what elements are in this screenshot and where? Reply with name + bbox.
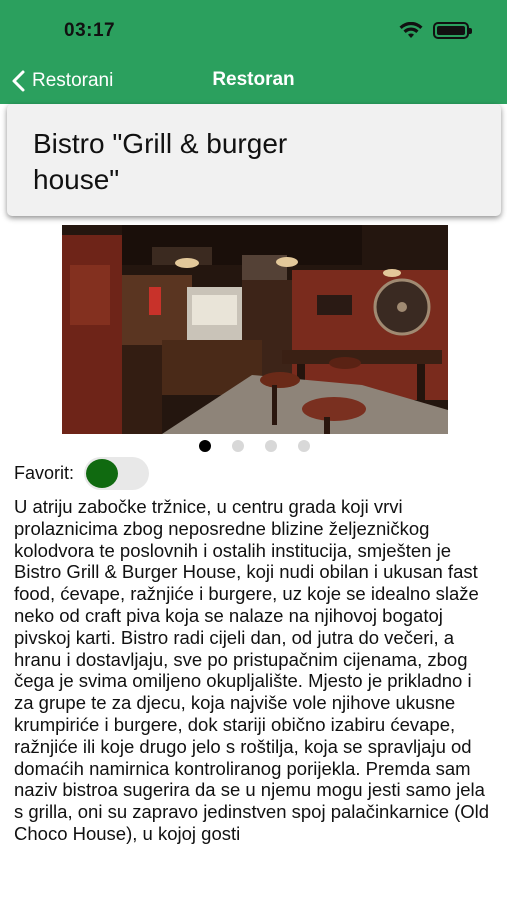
restaurant-description: U atriju zabočke tržnice, u centru grada… xyxy=(14,496,490,844)
wifi-icon xyxy=(399,22,423,38)
restaurant-title-card: Bistro "Grill & burger house" xyxy=(7,104,501,216)
restaurant-interior-image xyxy=(62,225,448,434)
gallery-page-indicator[interactable] xyxy=(199,440,310,452)
favorite-label: Favorit: xyxy=(14,463,75,483)
gallery-dot-3[interactable] xyxy=(265,440,277,452)
toggle-knob xyxy=(86,459,119,488)
gallery-dot-1[interactable] xyxy=(199,440,211,452)
battery-icon xyxy=(433,22,472,39)
status-time: 03:17 xyxy=(64,20,116,41)
restaurant-photo[interactable] xyxy=(62,225,448,434)
restaurant-name: Bistro "Grill & burger house" xyxy=(33,128,288,195)
favorite-toggle[interactable] xyxy=(84,457,150,490)
favorite-row: Favorit: xyxy=(14,457,150,490)
app-header: 03:17 Restorani Restoran xyxy=(0,0,507,104)
gallery-dot-4[interactable] xyxy=(298,440,310,452)
gallery-dot-2[interactable] xyxy=(232,440,244,452)
status-icons xyxy=(399,22,472,39)
nav-title: Restoran xyxy=(212,69,295,90)
